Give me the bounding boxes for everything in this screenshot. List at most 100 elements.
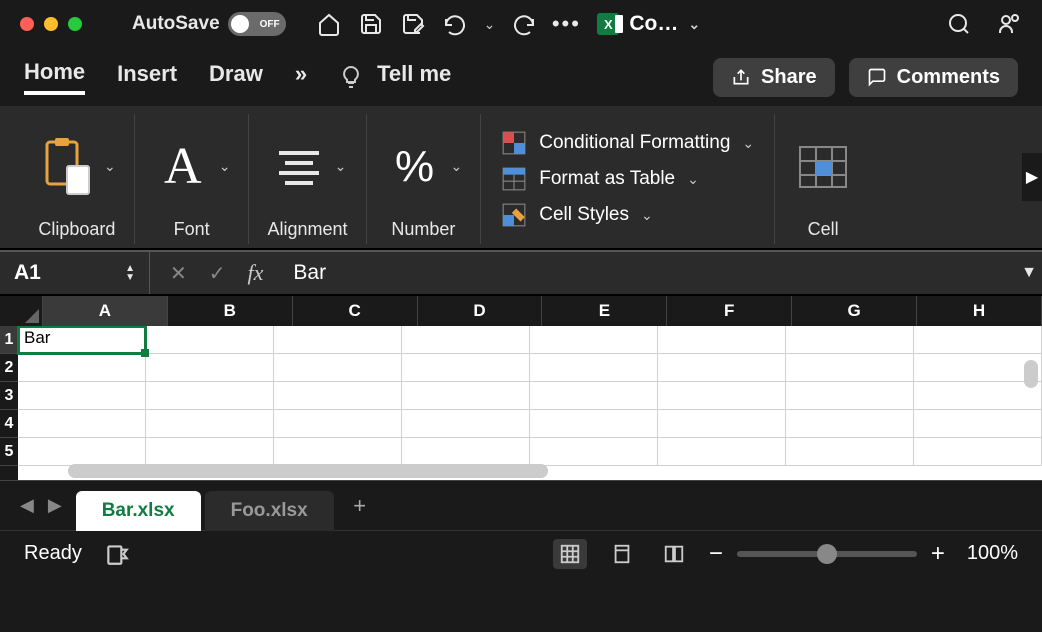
chevron-down-icon[interactable]: ⌄ xyxy=(688,16,700,33)
cell-icon[interactable] xyxy=(793,137,853,197)
undo-dropdown[interactable]: ⌄ xyxy=(484,16,496,33)
sheet-nav-next[interactable]: ▶ xyxy=(48,495,62,516)
cell[interactable] xyxy=(146,382,274,410)
tab-insert[interactable]: Insert xyxy=(117,61,177,93)
cell-styles-button[interactable]: Cell Styles ⌄ xyxy=(501,202,754,228)
accept-formula-icon[interactable]: ✓ xyxy=(209,261,226,286)
column-header-d[interactable]: D xyxy=(418,296,543,326)
close-window-button[interactable] xyxy=(20,17,34,31)
cancel-formula-icon[interactable]: ✕ xyxy=(170,261,187,286)
tab-draw[interactable]: Draw xyxy=(209,61,263,93)
number-dropdown[interactable]: ⌄ xyxy=(451,158,463,175)
column-header-b[interactable]: B xyxy=(168,296,293,326)
view-page-layout-button[interactable] xyxy=(605,539,639,569)
cell[interactable] xyxy=(530,438,658,466)
conditional-formatting-button[interactable]: Conditional Formatting ⌄ xyxy=(501,130,754,156)
cell[interactable] xyxy=(274,354,402,382)
view-normal-button[interactable] xyxy=(553,539,587,569)
row-header-1[interactable]: 1 xyxy=(0,326,18,354)
share-button[interactable]: Share xyxy=(713,58,835,97)
accessibility-icon[interactable] xyxy=(104,541,130,567)
cell-a1[interactable]: Bar xyxy=(18,326,146,354)
cell[interactable] xyxy=(402,354,530,382)
cell[interactable] xyxy=(658,326,786,354)
cell[interactable] xyxy=(786,410,914,438)
cell[interactable] xyxy=(146,410,274,438)
font-dropdown[interactable]: ⌄ xyxy=(219,158,231,175)
select-all-corner[interactable] xyxy=(0,296,43,326)
sheet-tab-inactive[interactable]: Foo.xlsx xyxy=(205,491,334,531)
tell-me-search[interactable]: Tell me xyxy=(377,61,451,93)
cell[interactable] xyxy=(914,382,1042,410)
document-title[interactable]: X Co… ⌄ xyxy=(597,12,700,36)
cell[interactable] xyxy=(18,382,146,410)
column-header-h[interactable]: H xyxy=(917,296,1042,326)
clipboard-dropdown[interactable]: ⌄ xyxy=(104,158,116,175)
zoom-percentage[interactable]: 100% xyxy=(967,542,1018,565)
column-header-g[interactable]: G xyxy=(792,296,917,326)
cell[interactable] xyxy=(786,326,914,354)
row-header-2[interactable]: 2 xyxy=(0,354,18,382)
alignment-dropdown[interactable]: ⌄ xyxy=(335,158,347,175)
toggle-switch[interactable]: OFF xyxy=(228,12,286,36)
redo-icon[interactable] xyxy=(511,11,537,37)
add-sheet-button[interactable]: + xyxy=(338,493,382,519)
sheet-nav-prev[interactable]: ◀ xyxy=(20,495,34,516)
cell[interactable] xyxy=(914,354,1042,382)
more-icon[interactable]: ••• xyxy=(553,11,579,37)
horizontal-scrollbar[interactable] xyxy=(68,464,548,478)
zoom-slider[interactable] xyxy=(737,551,917,557)
cell[interactable] xyxy=(658,438,786,466)
cell[interactable] xyxy=(274,438,402,466)
search-icon[interactable] xyxy=(946,11,972,37)
zoom-in-button[interactable]: + xyxy=(931,540,945,568)
row-header-4[interactable]: 4 xyxy=(0,410,18,438)
clipboard-icon[interactable] xyxy=(38,137,98,197)
cell[interactable] xyxy=(402,382,530,410)
user-presence-icon[interactable] xyxy=(996,11,1022,37)
cell[interactable] xyxy=(786,382,914,410)
cell[interactable] xyxy=(402,438,530,466)
cell[interactable] xyxy=(914,326,1042,354)
cell[interactable] xyxy=(658,410,786,438)
row-header-5[interactable]: 5 xyxy=(0,438,18,466)
cell[interactable] xyxy=(274,410,402,438)
cell[interactable] xyxy=(146,354,274,382)
font-icon[interactable]: A xyxy=(153,137,213,197)
save-icon[interactable] xyxy=(358,11,384,37)
cell[interactable] xyxy=(146,438,274,466)
ribbon-expand-button[interactable]: ▶ xyxy=(1022,153,1042,201)
autosave-toggle[interactable]: AutoSave OFF xyxy=(132,12,286,36)
home-icon[interactable] xyxy=(316,11,342,37)
cell[interactable] xyxy=(274,326,402,354)
cell[interactable] xyxy=(274,382,402,410)
vertical-scrollbar[interactable] xyxy=(1024,360,1038,388)
format-as-table-button[interactable]: Format as Table ⌄ xyxy=(501,166,754,192)
name-box-stepper[interactable]: ▲▼ xyxy=(125,264,135,282)
cell[interactable] xyxy=(658,354,786,382)
cell[interactable] xyxy=(914,410,1042,438)
cell[interactable] xyxy=(18,354,146,382)
cell[interactable] xyxy=(530,326,658,354)
alignment-icon[interactable] xyxy=(269,137,329,197)
row-header-3[interactable]: 3 xyxy=(0,382,18,410)
cell[interactable] xyxy=(146,326,274,354)
cell[interactable] xyxy=(914,438,1042,466)
cell[interactable] xyxy=(402,410,530,438)
cell[interactable] xyxy=(786,438,914,466)
cell[interactable] xyxy=(786,354,914,382)
name-box[interactable]: A1 ▲▼ xyxy=(0,252,150,294)
cell[interactable] xyxy=(530,410,658,438)
formula-bar-expand[interactable]: ▼ xyxy=(1016,264,1042,282)
column-header-c[interactable]: C xyxy=(293,296,418,326)
cell[interactable] xyxy=(658,382,786,410)
cell[interactable] xyxy=(530,354,658,382)
cell[interactable] xyxy=(18,438,146,466)
cell[interactable] xyxy=(402,326,530,354)
column-header-f[interactable]: F xyxy=(667,296,792,326)
column-header-e[interactable]: E xyxy=(542,296,667,326)
fx-icon[interactable]: fx xyxy=(248,260,264,286)
zoom-out-button[interactable]: − xyxy=(709,540,723,568)
sheet-tab-active[interactable]: Bar.xlsx xyxy=(76,491,201,531)
view-page-break-button[interactable] xyxy=(657,539,691,569)
